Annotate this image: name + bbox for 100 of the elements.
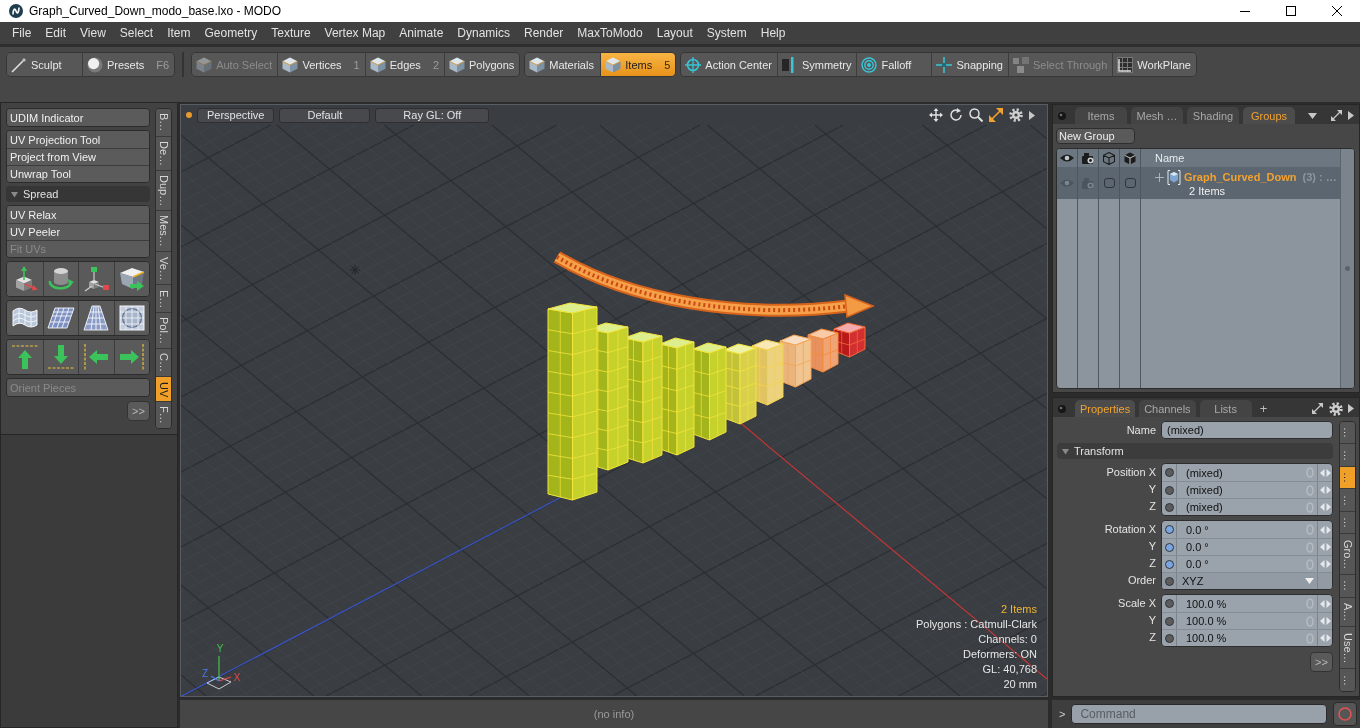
tool-icon-button[interactable] <box>113 301 149 335</box>
tool-button[interactable]: Edges 2 <box>364 53 444 76</box>
settings-icon[interactable] <box>1009 108 1023 122</box>
expand-arrows-icon[interactable] <box>1330 109 1343 122</box>
spin-arrows-icon[interactable] <box>1319 617 1331 625</box>
value-field[interactable]: 0.0 ° <box>1177 556 1306 572</box>
menu-item[interactable]: Select <box>112 23 161 43</box>
panel-menu-icon[interactable] <box>1058 404 1066 413</box>
menu-item[interactable]: Geometry <box>197 23 265 43</box>
view-dropdown[interactable]: Ray GL: Off <box>375 107 490 123</box>
panel-tab[interactable]: Items <box>1075 107 1127 124</box>
panel-tab[interactable]: Channels <box>1139 400 1196 417</box>
spin-arrows-icon[interactable] <box>1319 543 1331 551</box>
eye-icon[interactable] <box>1060 153 1074 163</box>
spin-arrows-icon[interactable] <box>1319 560 1331 568</box>
panel-tab[interactable]: Properties <box>1075 400 1136 417</box>
menu-dot-icon[interactable] <box>186 112 192 118</box>
triangle-right-icon[interactable] <box>1348 111 1354 120</box>
side-tab[interactable]: … <box>1340 668 1355 691</box>
tool-button[interactable]: Snapping <box>931 53 1008 76</box>
camera-icon[interactable] <box>1081 152 1095 164</box>
spin-arrows-icon[interactable] <box>1319 468 1331 477</box>
cube-solid-icon[interactable] <box>1124 151 1136 165</box>
panel-menu-icon[interactable] <box>1058 111 1066 120</box>
tool-button[interactable]: Sculpt <box>7 53 82 76</box>
view-dropdown[interactable]: Default <box>279 107 371 123</box>
tool-button[interactable]: Symmetry <box>776 53 857 76</box>
section-header[interactable]: Spread <box>6 186 150 202</box>
triangle-right-icon[interactable] <box>1029 110 1035 120</box>
expand-arrows-icon[interactable] <box>1311 402 1324 415</box>
value-field[interactable]: (mixed) <box>1177 464 1306 481</box>
channel-dot-icon[interactable] <box>1164 616 1174 626</box>
channel-dot-icon[interactable] <box>1164 542 1174 552</box>
tool-icon-button[interactable] <box>113 340 149 374</box>
channel-dot-icon[interactable] <box>1164 502 1174 512</box>
menu-item[interactable]: File <box>5 23 39 43</box>
move-icon[interactable] <box>929 108 943 122</box>
spin-arrows-icon[interactable] <box>1319 634 1331 642</box>
menu-item[interactable]: Item <box>160 23 198 43</box>
menu-item[interactable]: Texture <box>264 23 318 43</box>
caret-down-icon[interactable] <box>1308 112 1317 119</box>
more-button[interactable]: >> <box>1310 652 1333 672</box>
tool-button[interactable]: Polygons <box>444 53 520 76</box>
menu-item[interactable]: Vertex Map <box>317 23 393 43</box>
menu-item[interactable]: System <box>699 23 754 43</box>
channel-dot-icon[interactable] <box>1164 468 1174 477</box>
menu-item[interactable]: Animate <box>392 23 451 43</box>
side-tab[interactable]: UV <box>156 376 171 401</box>
menu-item[interactable]: Dynamics <box>450 23 517 43</box>
name-field[interactable]: (mixed) <box>1161 421 1333 439</box>
command-field[interactable]: Command <box>1071 704 1327 724</box>
value-field[interactable]: (mixed) <box>1177 482 1306 498</box>
value-field[interactable]: 100.0 % <box>1177 630 1306 646</box>
tool-button[interactable]: UDIM Indicator <box>7 109 149 126</box>
settings-icon[interactable] <box>1329 401 1343 416</box>
channel-dot-icon[interactable] <box>1164 559 1174 569</box>
spin-arrows-icon[interactable] <box>1319 486 1331 494</box>
tool-button[interactable]: Project from View <box>7 148 149 165</box>
plus-icon[interactable] <box>1155 172 1164 182</box>
tool-button[interactable]: WorkPlane <box>1112 53 1196 76</box>
spin-arrows-icon[interactable] <box>1319 599 1331 608</box>
menu-item[interactable]: Render <box>517 23 571 43</box>
tool-button[interactable]: UV Projection Tool <box>7 131 149 148</box>
triangle-right-icon[interactable] <box>1348 404 1354 413</box>
value-field[interactable]: 100.0 % <box>1177 613 1306 629</box>
channel-dot-icon[interactable] <box>1164 633 1174 643</box>
value-field[interactable]: (mixed) <box>1177 499 1306 515</box>
menu-item[interactable]: Layout <box>649 23 700 43</box>
channel-dot-icon[interactable] <box>1164 485 1174 495</box>
section-header[interactable]: Transform <box>1057 443 1333 459</box>
tool-button[interactable]: Materials <box>525 53 601 76</box>
channel-dot-icon[interactable] <box>1164 525 1174 534</box>
tool-icon-button[interactable] <box>113 262 149 296</box>
menu-item[interactable]: Help <box>753 23 793 43</box>
new-group-button[interactable]: New Group <box>1056 128 1135 144</box>
scrollbar[interactable] <box>1340 149 1354 388</box>
menu-item[interactable]: Edit <box>38 23 74 43</box>
channel-dot-icon[interactable] <box>1164 599 1174 608</box>
cube-outline-icon[interactable] <box>1103 151 1115 165</box>
checkbox[interactable] <box>1124 178 1136 188</box>
menu-item[interactable]: View <box>73 23 113 43</box>
tool-button[interactable]: Falloff <box>856 53 932 76</box>
add-tab-button[interactable]: + <box>1255 400 1272 417</box>
panel-tab[interactable]: Shading <box>1187 107 1239 124</box>
panel-tab[interactable]: Lists <box>1199 400 1252 417</box>
tool-button[interactable]: Items 5 <box>600 53 676 76</box>
spin-arrows-icon[interactable] <box>1319 503 1331 511</box>
record-button[interactable] <box>1333 702 1357 726</box>
rotate-icon[interactable] <box>949 108 963 122</box>
side-tab[interactable]: F… <box>156 400 171 428</box>
tool-button[interactable]: Vertices 1 <box>277 53 365 76</box>
search-icon[interactable] <box>969 108 983 122</box>
tool-button[interactable]: Presets F6 <box>82 53 175 76</box>
channel-dot-icon[interactable] <box>1164 576 1174 586</box>
menu-item[interactable]: MaxToModo <box>570 23 650 43</box>
checkbox[interactable] <box>1103 178 1115 188</box>
value-field[interactable]: 0.0 ° <box>1177 521 1306 538</box>
fit-arrows-icon[interactable] <box>989 108 1003 122</box>
panel-tab[interactable]: Mesh … <box>1131 107 1183 124</box>
spin-arrows-icon[interactable] <box>1319 525 1331 534</box>
